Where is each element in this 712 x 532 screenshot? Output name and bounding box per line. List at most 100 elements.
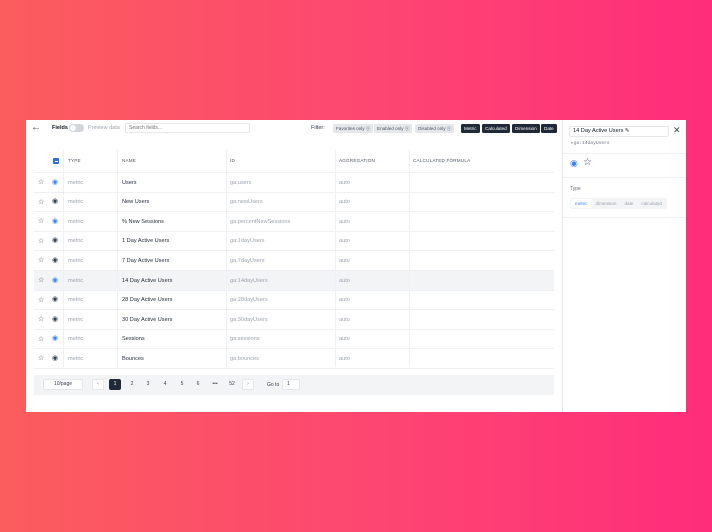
chevron-right-icon[interactable]: › (242, 379, 254, 390)
table-row[interactable]: ☆ ◉ metric Users ga:users auto (34, 173, 554, 193)
eye-icon[interactable]: ◉ (52, 315, 58, 323)
page-button[interactable]: 52 (226, 379, 238, 390)
filter-chip[interactable]: Calculated (482, 124, 510, 133)
header-name[interactable]: NAME (122, 158, 136, 163)
row-type: metric (68, 179, 84, 186)
goto-page-input[interactable]: 1 (282, 379, 300, 390)
toolbar: ← Fields Preview data Filter: Favorites … (26, 120, 562, 138)
star-icon[interactable]: ☆ (583, 157, 592, 168)
table-row[interactable]: ☆ ◉ metric New Users ga:newUsers auto (34, 193, 554, 213)
star-icon[interactable]: ☆ (38, 198, 44, 206)
page-size-select[interactable]: 10/page (43, 379, 83, 390)
fields-window: ← Fields Preview data Filter: Favorites … (26, 120, 686, 412)
pagination: 10/page ‹ 1 2 3 4 5 6 ••• 52 › Go to 1 (34, 375, 554, 395)
page-button[interactable]: 5 (176, 379, 188, 390)
column-divider (117, 150, 118, 367)
page-button[interactable]: 4 (159, 379, 171, 390)
filter-chip[interactable]: Disabled only ⓧ (415, 124, 455, 133)
column-divider (409, 150, 410, 367)
row-aggregation: auto (339, 277, 350, 284)
filter-chip[interactable]: Dimension (512, 124, 540, 133)
row-aggregation: auto (339, 297, 350, 304)
page-button[interactable]: 1 (109, 379, 121, 390)
header-aggregation[interactable]: AGGREGATION (339, 158, 375, 163)
type-label: Type (570, 186, 581, 192)
select-all-checkbox[interactable] (53, 158, 59, 164)
row-type: metric (68, 316, 84, 323)
row-aggregation: auto (339, 316, 350, 323)
eye-icon[interactable]: ◉ (52, 354, 58, 362)
filter-chip[interactable]: Date (541, 124, 557, 133)
header-calculated-formula[interactable]: CALCULATED FORMULA (413, 158, 470, 163)
row-type: metric (68, 257, 84, 264)
row-name: 7 Day Active Users (122, 257, 170, 264)
eye-icon[interactable]: ◉ (52, 276, 58, 284)
type-option-calculated[interactable]: calculated (637, 199, 666, 208)
page-button[interactable]: 2 (126, 379, 138, 390)
row-name: 30 Day Active Users (122, 316, 173, 323)
star-icon[interactable]: ☆ (38, 276, 44, 284)
row-type: metric (68, 218, 84, 225)
table-row[interactable]: ☆ ◉ metric Bounces ga:bounces auto (34, 349, 554, 369)
row-id: ga:percentNewSessions (230, 218, 291, 225)
star-icon[interactable]: ☆ (38, 315, 44, 323)
star-icon[interactable]: ☆ (38, 217, 44, 225)
chevron-left-icon[interactable]: ‹ (92, 379, 104, 390)
row-id: ga:7dayUsers (230, 257, 265, 264)
star-icon[interactable]: ☆ (38, 237, 44, 245)
table-row[interactable]: ☆ ◉ metric Sessions ga:sessions auto (34, 330, 554, 350)
header-id[interactable]: ID (230, 158, 235, 163)
table-row[interactable]: ☆ ◉ metric 1 Day Active Users ga:1dayUsers au… (34, 232, 554, 252)
page-button[interactable]: 6 (192, 379, 204, 390)
divider (563, 153, 686, 154)
page-button[interactable]: ••• (209, 379, 221, 390)
goto-label: Go to (267, 382, 280, 388)
row-aggregation: auto (339, 257, 350, 264)
eye-icon[interactable]: ◉ (52, 334, 58, 342)
table-row[interactable]: ☆ ◉ metric 28 Day Active Users ga:28dayUsers… (34, 291, 554, 311)
table-row[interactable]: ☆ ◉ metric 7 Day Active Users ga:7dayUsers au… (34, 251, 554, 271)
field-details-panel: 14 Day Active Users ✎ ✕ ▸ga:14dayUsers ◉… (562, 120, 686, 412)
page-button[interactable]: 3 (142, 379, 154, 390)
row-id: ga:sessions (230, 336, 260, 343)
search-fields-input[interactable] (125, 123, 250, 133)
star-icon[interactable]: ☆ (38, 178, 44, 186)
eye-icon[interactable]: ◉ (570, 158, 578, 169)
eye-icon[interactable]: ◉ (52, 178, 58, 186)
filter-chip[interactable]: Metric (461, 124, 480, 133)
eye-icon[interactable]: ◉ (52, 236, 58, 244)
preview-data-label: Preview data (88, 125, 120, 131)
type-option-date[interactable]: date (620, 199, 637, 208)
column-divider (335, 150, 336, 367)
row-id: ga:bounces (230, 355, 259, 362)
filter-chip[interactable]: Favorites only ⓧ (333, 124, 374, 133)
eye-icon[interactable]: ◉ (52, 256, 58, 264)
type-option-metric[interactable]: metric (571, 199, 592, 208)
star-icon[interactable]: ☆ (38, 256, 44, 264)
row-name: Users (122, 179, 137, 186)
star-icon[interactable]: ☆ (38, 354, 44, 362)
table-row[interactable]: ☆ ◉ metric 14 Day Active Users ga:14dayUsers… (34, 271, 554, 291)
star-icon[interactable]: ☆ (38, 296, 44, 304)
arrow-left-icon[interactable]: ← (31, 123, 41, 133)
table-row[interactable]: ☆ ◉ metric 30 Day Active Users ga:30dayUsers… (34, 310, 554, 330)
filter-chip[interactable]: Enabled only ⓧ (374, 124, 413, 133)
preview-data-toggle[interactable] (69, 124, 84, 132)
row-id: ga:users (230, 179, 252, 186)
row-type: metric (68, 336, 84, 343)
type-option-dimension[interactable]: dimension (592, 199, 621, 208)
eye-icon[interactable]: ◉ (52, 217, 58, 225)
row-aggregation: auto (339, 238, 350, 245)
star-icon[interactable]: ☆ (38, 335, 44, 343)
eye-icon[interactable]: ◉ (52, 197, 58, 205)
field-name-input[interactable]: 14 Day Active Users ✎ (569, 126, 669, 137)
row-aggregation: auto (339, 355, 350, 362)
close-icon[interactable]: ✕ (673, 125, 681, 135)
row-name: 1 Day Active Users (122, 238, 170, 245)
row-type: metric (68, 277, 84, 284)
header-type[interactable]: TYPE (68, 158, 81, 163)
row-name: 14 Day Active Users (122, 277, 173, 284)
table-row[interactable]: ☆ ◉ metric % New Sessions ga:percentNewSessi… (34, 212, 554, 232)
eye-icon[interactable]: ◉ (52, 295, 58, 303)
divider (563, 217, 686, 218)
